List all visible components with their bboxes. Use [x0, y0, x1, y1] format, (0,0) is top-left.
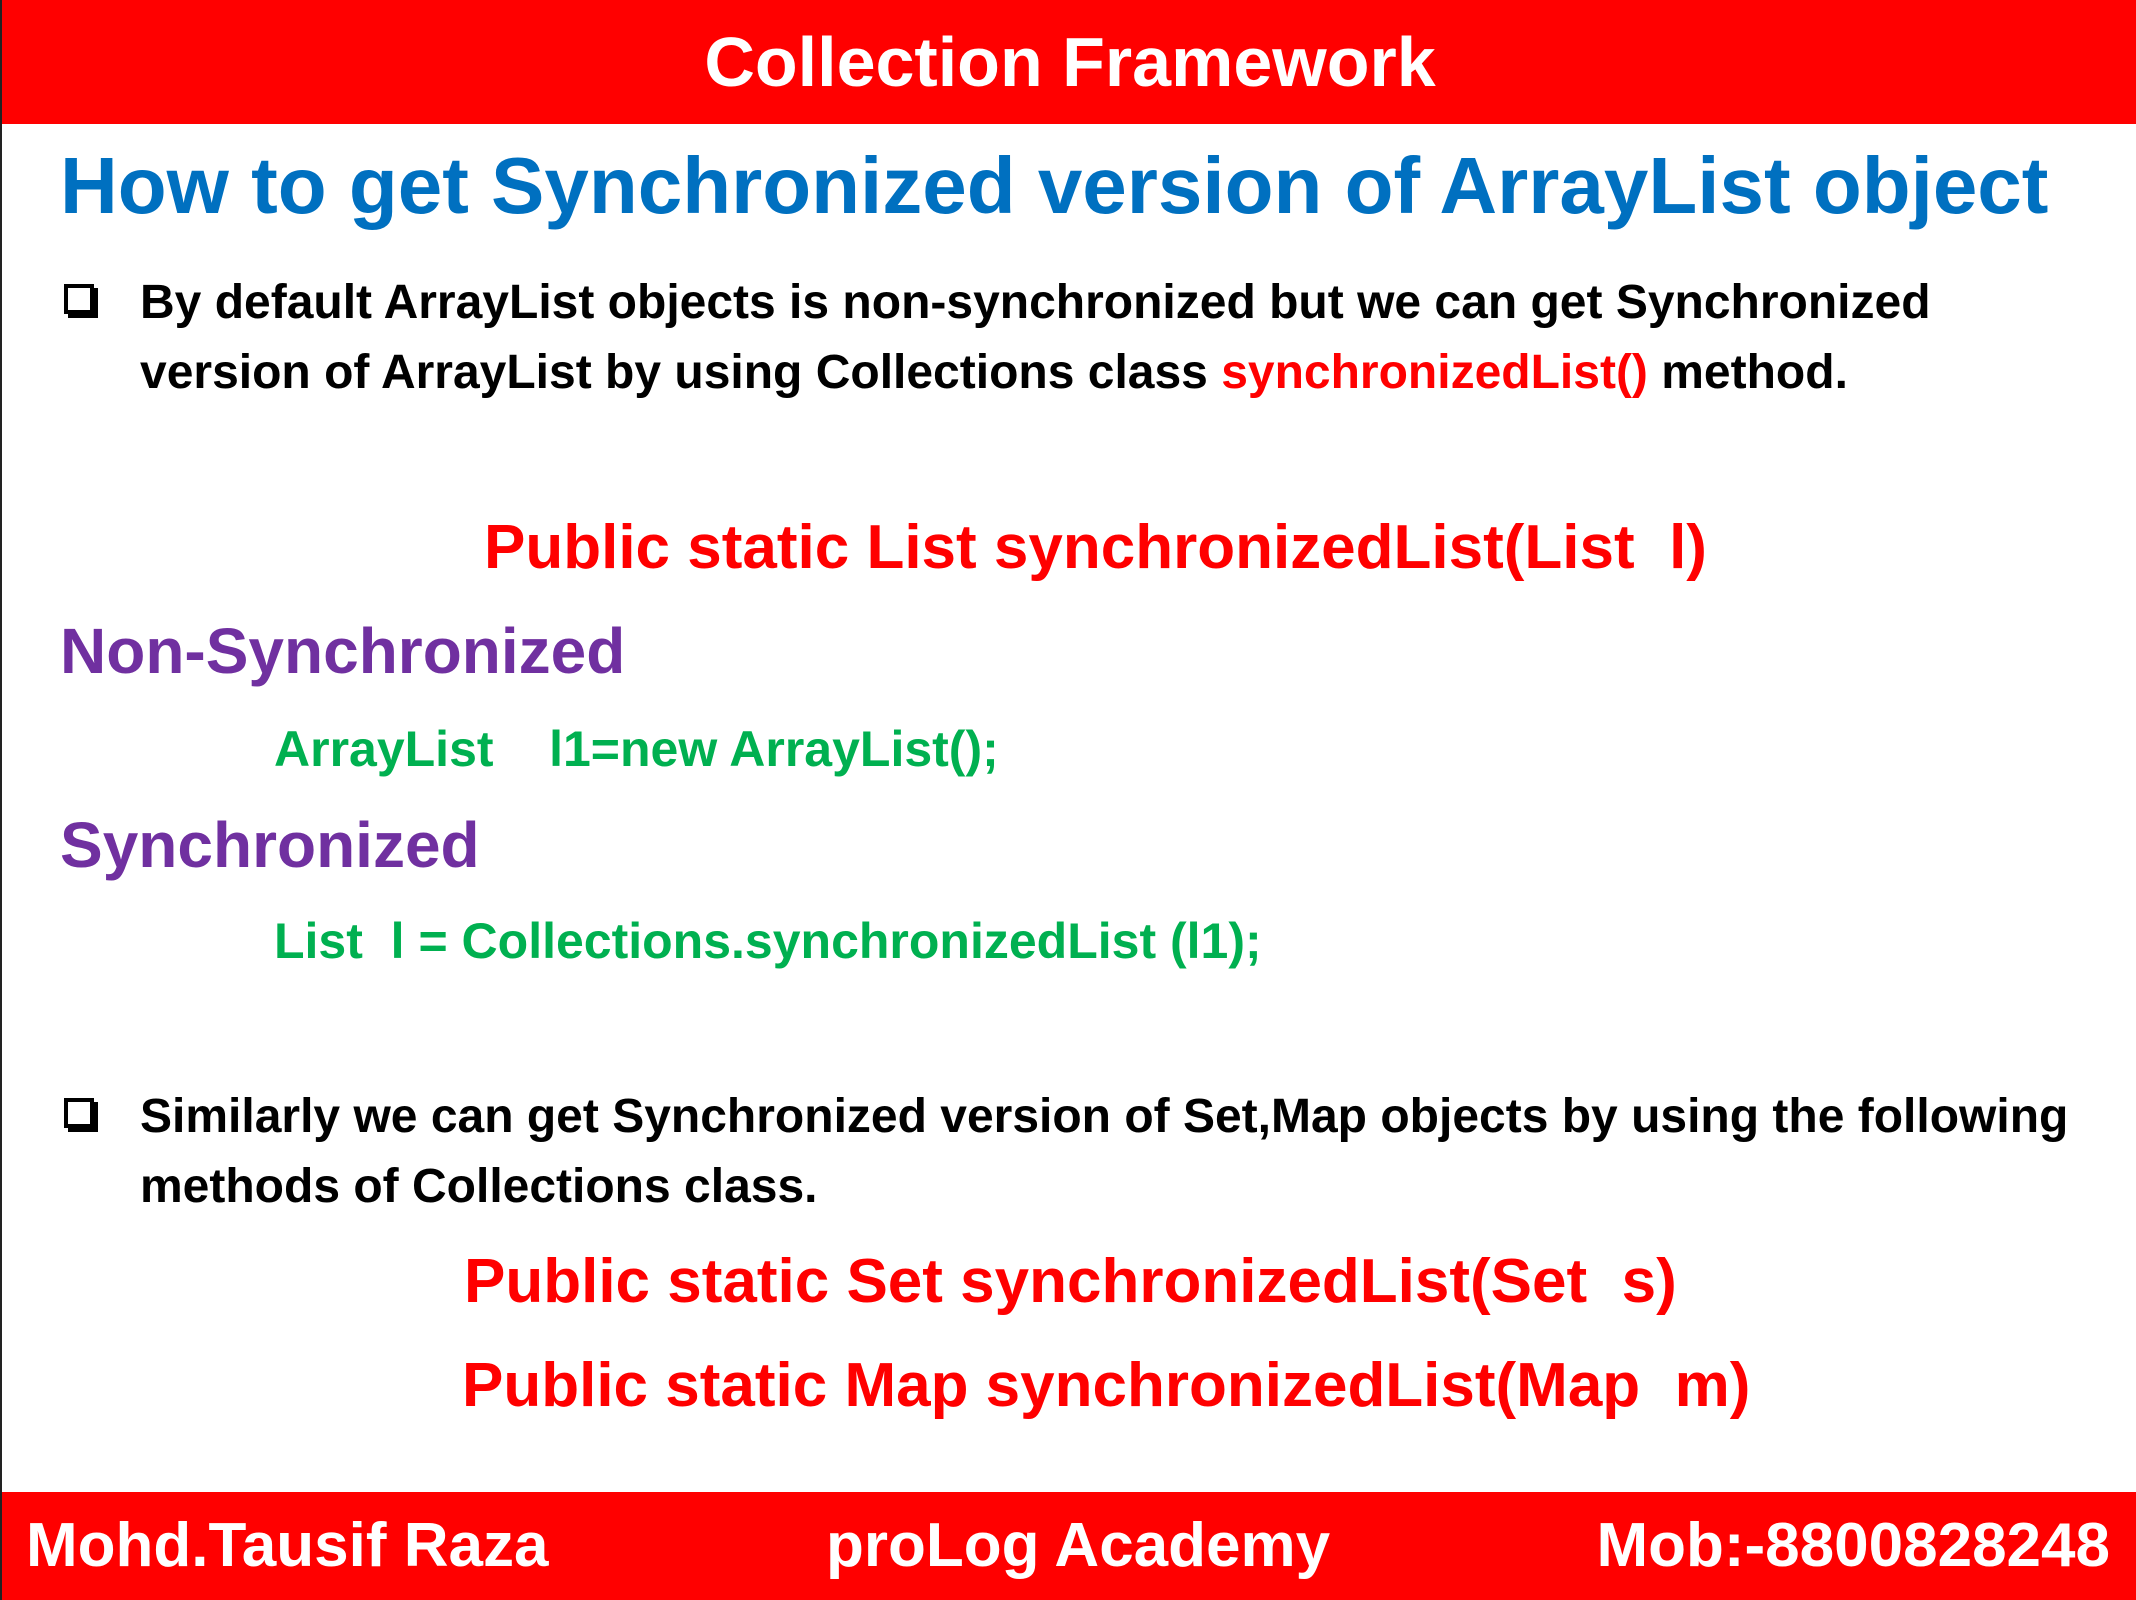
bullet-text-1: By default ArrayList objects is non-sync… — [140, 268, 2100, 408]
sync-code: List l = Collections.synchronizedList (l… — [274, 913, 1262, 969]
checkbox-bullet-icon — [64, 1098, 94, 1128]
sync-heading: Synchronized — [60, 809, 480, 881]
footer-academy: proLog Academy — [826, 1511, 1331, 1580]
non-sync-code: ArrayList l1=new ArrayList(); — [274, 721, 999, 777]
bullet-item-1: By default ArrayList objects is non-sync… — [64, 268, 2064, 408]
bullet-text-2: Similarly we can get Synchronized versio… — [140, 1090, 2069, 1213]
signature-set: Public static Set synchronizedList(Set s… — [464, 1247, 1677, 1316]
footer-bar: Mohd.Tausif Raza proLog Academy Mob:-880… — [2, 1492, 2136, 1600]
header-title: Collection Framework — [704, 23, 1436, 101]
checkbox-bullet-icon — [64, 284, 94, 314]
bullet-item-2: Similarly we can get Synchronized versio… — [64, 1082, 2068, 1222]
non-sync-heading: Non-Synchronized — [60, 615, 626, 687]
signature-list: Public static List synchronizedList(List… — [484, 513, 1707, 582]
footer-mobile: Mob:-8800828248 — [1596, 1511, 2111, 1580]
slide-title: How to get Synchronized version of Array… — [60, 141, 2049, 230]
header-bar: Collection Framework — [2, 0, 2136, 124]
bullet-text-1-after: method. — [1647, 346, 1848, 399]
signature-map: Public static Map synchronizedList(Map m… — [462, 1351, 1751, 1420]
footer-author: Mohd.Tausif Raza — [26, 1511, 549, 1580]
slide: Collection Framework How to get Synchron… — [0, 0, 2136, 1600]
bullet-text-1-highlight: synchronizedList() — [1221, 346, 1648, 399]
